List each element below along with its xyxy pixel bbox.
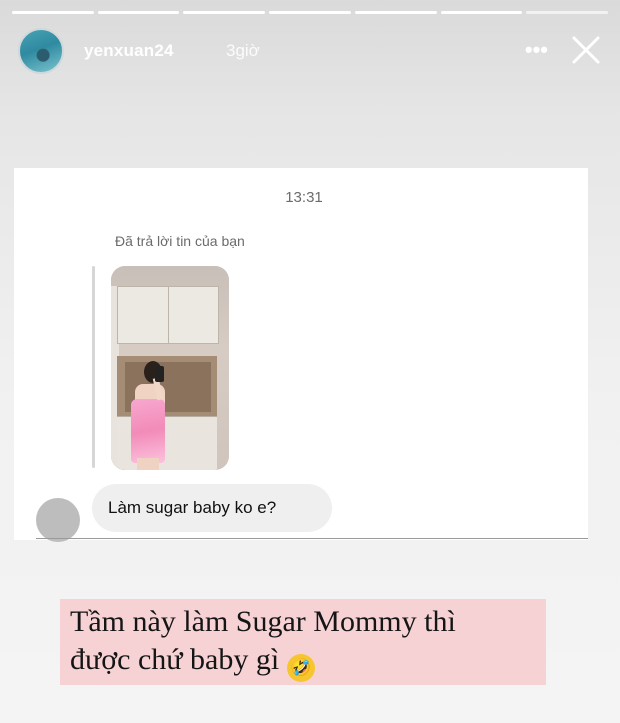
progress-segment	[183, 11, 266, 14]
message-timestamp: 13:31	[285, 189, 323, 206]
reply-label: Đã trả lời tin của bạn	[115, 233, 245, 249]
replied-story-photo	[111, 266, 229, 470]
more-icon[interactable]: •••	[525, 37, 548, 63]
username[interactable]: yenxuan24	[84, 41, 174, 61]
avatar[interactable]	[18, 28, 64, 74]
time-ago: 3giờ	[226, 41, 260, 60]
message-text: Làm sugar baby ko e?	[108, 498, 277, 517]
caption-line-1: Tầm này làm Sugar Mommy thì	[70, 605, 456, 638]
dm-screenshot: 13:31 Đã trả lời tin của bạn Làm sugar b…	[14, 168, 588, 542]
story-header: yenxuan24 3giờ •••	[18, 28, 606, 74]
progress-segment	[354, 11, 437, 14]
progress-segment	[97, 11, 180, 14]
rofl-emoji-icon: 🤣	[286, 654, 315, 682]
message-bubble: Làm sugar baby ko e?	[92, 484, 332, 532]
story-progress-bar	[12, 11, 609, 14]
close-icon[interactable]	[566, 30, 606, 70]
quote-bar	[92, 266, 95, 468]
progress-segment	[440, 11, 523, 14]
caption-line-2: được chứ baby gì 🤣	[70, 641, 546, 682]
caption-line-2-text: được chứ baby gì	[70, 643, 280, 676]
sender-avatar	[36, 498, 80, 542]
progress-segment	[269, 11, 351, 14]
divider	[36, 538, 588, 539]
progress-segment	[526, 11, 609, 14]
story-caption: Tầm này làm Sugar Mommy thì được chứ bab…	[60, 599, 546, 685]
progress-segment	[12, 11, 94, 14]
